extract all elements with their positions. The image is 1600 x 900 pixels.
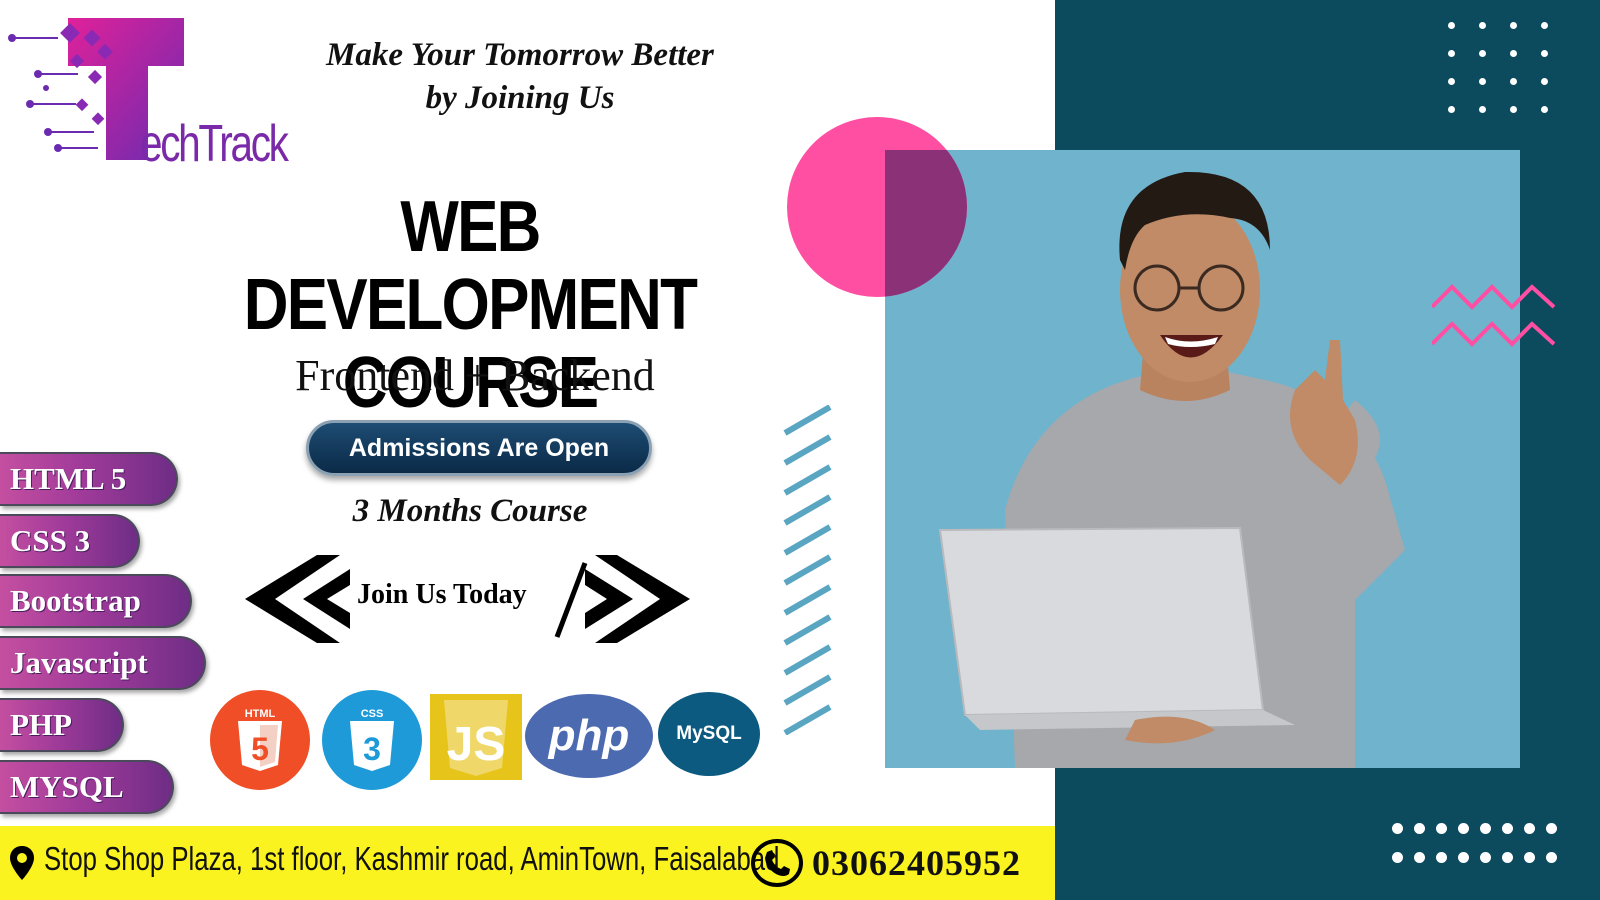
tagline-line-2: by Joining Us [425, 80, 615, 116]
course-title-line-1: WEB DEVELOPMENT [243, 187, 698, 345]
phone-icon [751, 839, 803, 887]
tagline: Make Your Tomorrow Better by Joining Us [270, 34, 770, 120]
skill-pill-css: CSS 3 [0, 514, 140, 568]
techtrack-logo: echTrack [8, 14, 289, 173]
skill-pill-html: HTML 5 [0, 452, 178, 506]
skill-pill-php: PHP [0, 698, 124, 752]
address-text: Stop Shop Plaza, 1st floor, Kashmir road… [44, 840, 780, 877]
admissions-open-button[interactable]: Admissions Are Open [306, 420, 652, 476]
course-duration: 3 Months Course [352, 493, 588, 529]
brand-name: echTrack [140, 115, 289, 173]
svg-text:JS: JS [447, 718, 506, 771]
smiling-man-with-laptop-image [938, 171, 1405, 768]
css3-logo-icon: CSS 3 [322, 690, 422, 790]
phone-number[interactable]: 03062405952 [812, 842, 1021, 884]
javascript-logo-icon: JS [430, 694, 522, 780]
course-subtitle: Frontend + Backend [295, 351, 655, 400]
decorative-pink-zigzag [1432, 284, 1556, 347]
decorative-diagonal-stripes [783, 405, 832, 735]
location-pin-icon [10, 846, 34, 880]
skill-pill-bootstrap: Bootstrap [0, 574, 192, 628]
decorative-dot-grid-bottom [1392, 823, 1557, 863]
html5-logo-icon: HTML 5 [210, 690, 310, 790]
css3-logo-text: CSS [361, 708, 384, 720]
skill-pill-javascript: Javascript [0, 636, 206, 690]
html5-logo-text: HTML [245, 708, 276, 720]
decorative-dot-grid-top [1448, 22, 1548, 113]
svg-text:3: 3 [363, 731, 381, 767]
tagline-line-1: Make Your Tomorrow Better [326, 37, 714, 73]
php-logo-icon: php [525, 694, 653, 778]
svg-text:5: 5 [251, 731, 269, 767]
skill-pill-mysql: MYSQL [0, 760, 174, 814]
join-us-label: Join Us Today [357, 579, 527, 610]
contact-footer: Stop Shop Plaza, 1st floor, Kashmir road… [0, 826, 1055, 900]
join-us-banner[interactable]: Join Us Today [245, 555, 690, 643]
mysql-logo-icon: MySQL [658, 692, 760, 776]
